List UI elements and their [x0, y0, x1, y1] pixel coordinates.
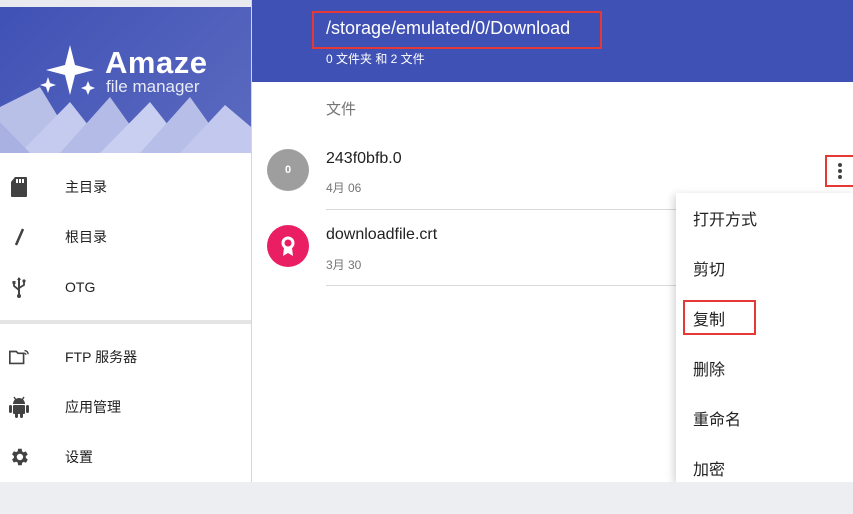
sidebar-item-label: 应用管理 — [65, 399, 121, 415]
sidebar-item-root[interactable]: 根目录 — [0, 212, 250, 262]
file-date: 3月 30 — [326, 258, 362, 272]
usb-icon — [8, 276, 30, 298]
section-header: 文件 — [326, 101, 357, 118]
navigation-drawer: Amaze file manager 主目录 根目录 OTG FTP 服务器 应… — [0, 0, 252, 482]
menu-item-encrypt[interactable]: 加密 — [676, 443, 853, 482]
menu-item-label: 删除 — [693, 362, 726, 379]
certificate-icon — [281, 236, 295, 256]
menu-item-open-with[interactable]: 打开方式 — [676, 193, 853, 243]
bottom-strip — [0, 482, 853, 514]
menu-item-cut[interactable]: 剪切 — [676, 243, 853, 293]
amaze-logo-icon — [40, 45, 95, 95]
menu-item-label: 打开方式 — [693, 212, 758, 229]
file-name: 243f0bfb.0 — [326, 150, 402, 167]
status-strip — [0, 0, 251, 7]
folder-summary: 0 文件夹 和 2 文件 — [326, 52, 425, 66]
sidebar-item-settings[interactable]: 设置 — [0, 432, 250, 482]
copy-highlight-box — [683, 300, 756, 335]
file-date: 4月 06 — [326, 181, 362, 195]
more-vert-icon — [838, 163, 842, 179]
file-name: downloadfile.crt — [326, 226, 438, 243]
row-divider — [326, 209, 686, 210]
file-avatar[interactable] — [267, 225, 309, 267]
drawer-divider — [0, 320, 251, 324]
row-divider — [326, 285, 686, 286]
android-icon — [8, 396, 30, 418]
ftp-folder-icon — [8, 346, 30, 368]
sidebar-item-otg[interactable]: OTG — [0, 262, 250, 312]
context-menu: 打开方式 剪切 复制 删除 重命名 加密 — [676, 193, 853, 482]
menu-item-label: 重命名 — [693, 412, 742, 429]
menu-item-label: 加密 — [693, 462, 726, 479]
path-highlight-box — [312, 11, 602, 49]
file-avatar[interactable]: 0 — [267, 149, 309, 191]
gear-icon — [8, 446, 30, 468]
sidebar-item-label: 根目录 — [65, 229, 107, 245]
sidebar-item-ftp[interactable]: FTP 服务器 — [0, 332, 250, 382]
menu-item-delete[interactable]: 删除 — [676, 343, 853, 393]
sidebar-item-label: FTP 服务器 — [65, 349, 138, 365]
amaze-app: Amaze file manager 主目录 根目录 OTG FTP 服务器 应… — [0, 0, 853, 482]
sidebar-item-app-manager[interactable]: 应用管理 — [0, 382, 250, 432]
logo-subtitle: file manager — [106, 77, 200, 96]
drawer-header: Amaze file manager — [0, 7, 251, 153]
logo-title: Amaze — [105, 45, 208, 80]
sd-card-icon — [8, 176, 30, 198]
more-options-button[interactable] — [825, 155, 853, 187]
slash-icon — [8, 226, 30, 248]
sidebar-item-label: 设置 — [65, 449, 93, 465]
menu-item-label: 剪切 — [693, 262, 726, 279]
sidebar-item-home[interactable]: 主目录 — [0, 162, 250, 212]
sidebar-item-label: 主目录 — [65, 179, 107, 195]
menu-item-rename[interactable]: 重命名 — [676, 393, 853, 443]
sidebar-item-label: OTG — [65, 279, 96, 295]
